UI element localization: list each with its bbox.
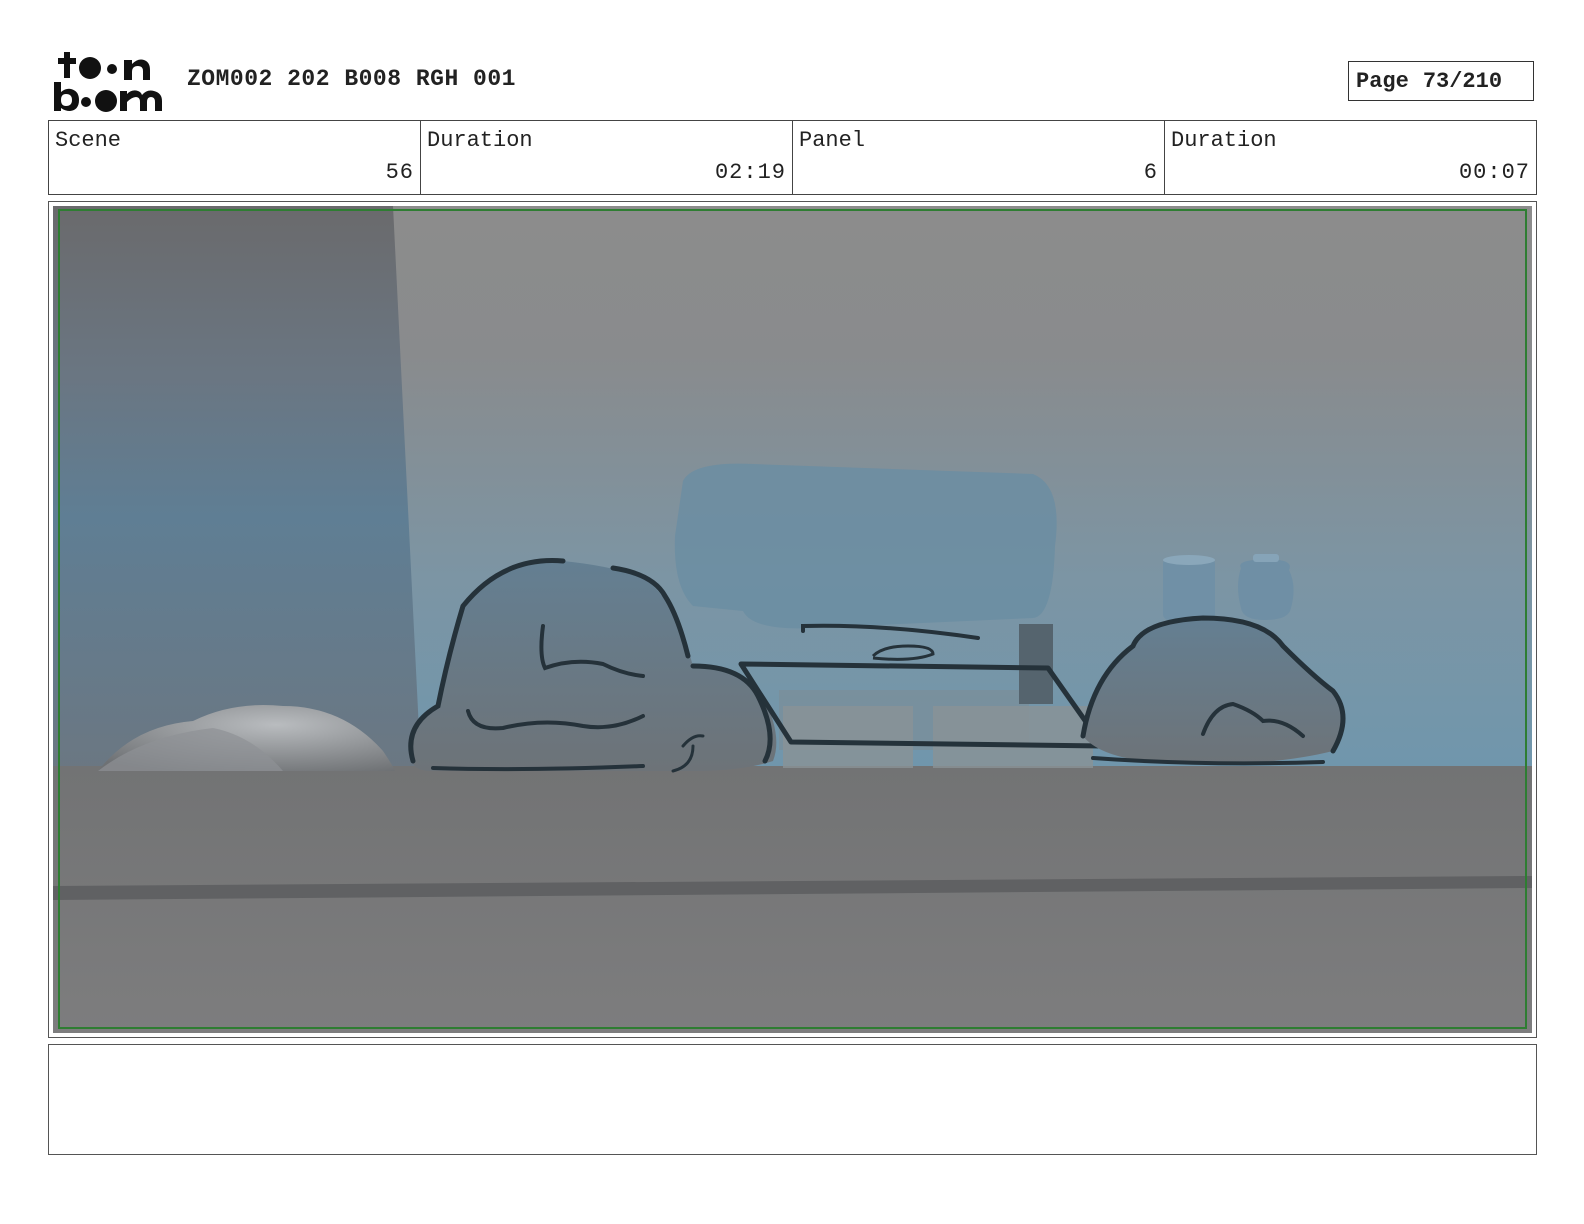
- scene-label: Scene: [55, 128, 122, 153]
- scene-duration-label: Duration: [427, 128, 533, 153]
- panel-label: Panel: [799, 128, 866, 153]
- page-number: 73/210: [1422, 68, 1503, 94]
- scene-duration-cell: Duration 02:19: [421, 121, 793, 194]
- scene-info-table: Scene 56 Duration 02:19 Panel 6 Duration…: [48, 120, 1537, 195]
- panel-value: 6: [1143, 160, 1158, 185]
- page-indicator: Page 73/210: [1348, 61, 1534, 101]
- panel-notes-box: [48, 1044, 1537, 1155]
- panel-duration-cell: Duration 00:07: [1165, 121, 1536, 194]
- panel-cell: Panel 6: [793, 121, 1165, 194]
- document-title: ZOM002 202 B008 RGH 001: [187, 66, 516, 92]
- panel-duration-value: 00:07: [1458, 160, 1530, 185]
- page-label: Page: [1356, 68, 1409, 94]
- panel-duration-label: Duration: [1171, 128, 1277, 153]
- scene-cell: Scene 56: [49, 121, 421, 194]
- storyboard-panel-image: [53, 206, 1532, 1033]
- toon-boom-logo: [54, 52, 162, 112]
- storyboard-panel-frame: [48, 201, 1537, 1038]
- scene-duration-value: 02:19: [714, 160, 786, 185]
- scene-value: 56: [385, 160, 414, 185]
